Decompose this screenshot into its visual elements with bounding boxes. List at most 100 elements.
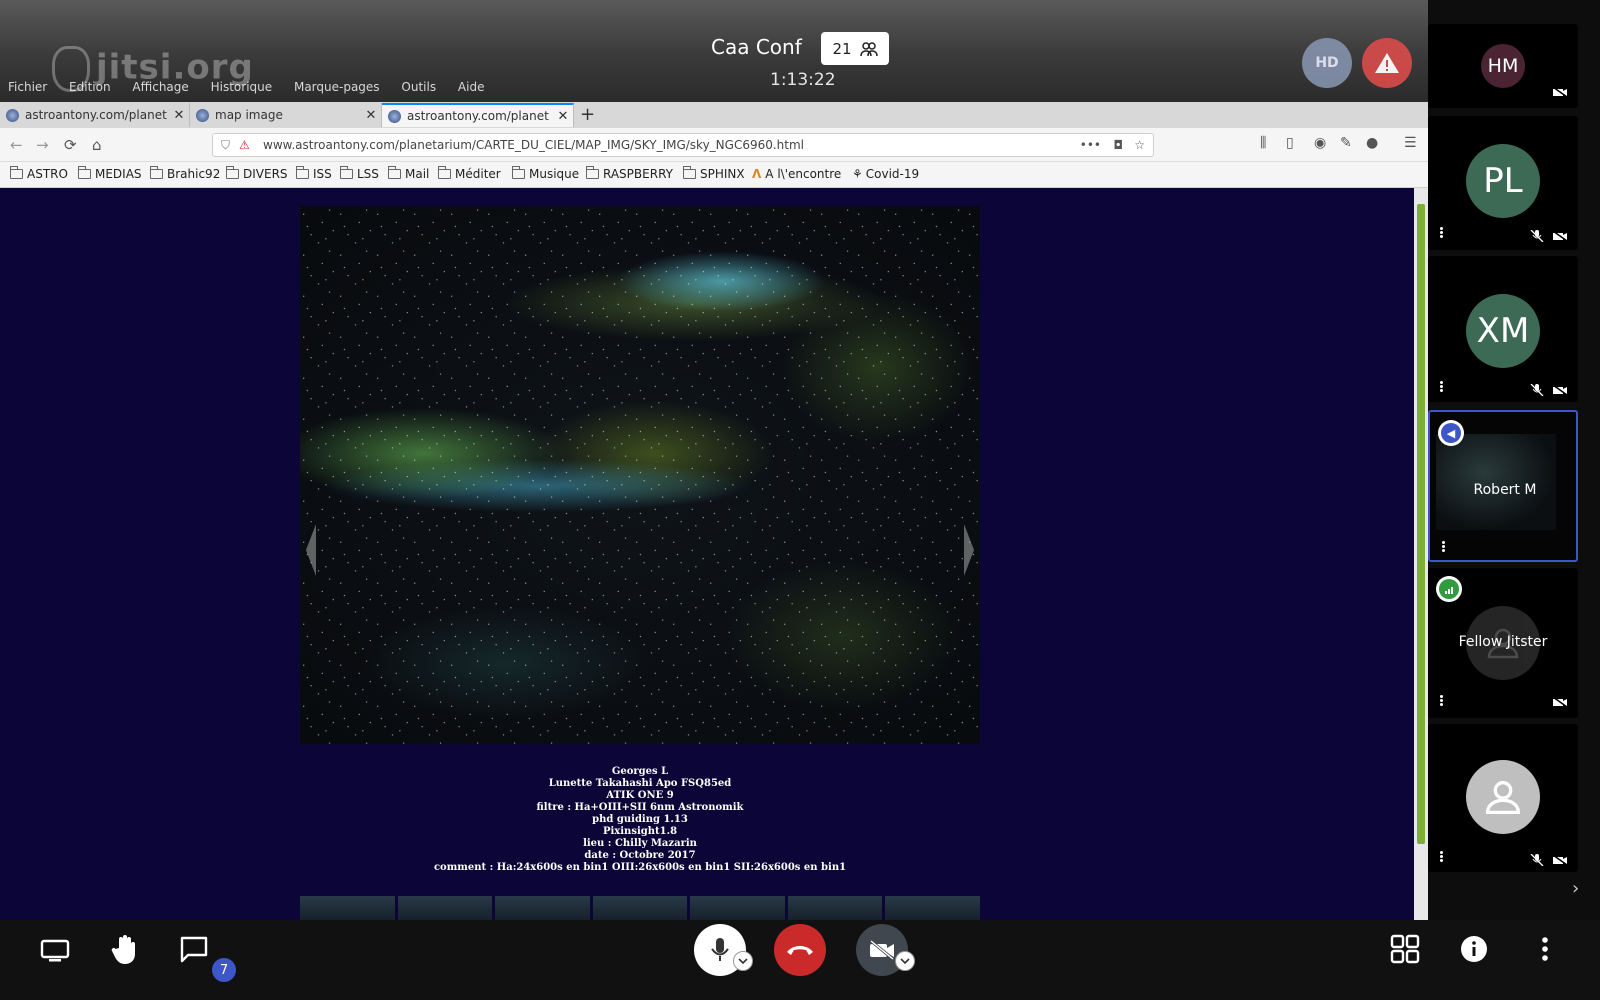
- info-button[interactable]: [1457, 932, 1491, 966]
- hamburger-menu-icon[interactable]: ☰: [1404, 135, 1417, 151]
- tile-view-icon: [1390, 934, 1420, 964]
- tile-menu-icon[interactable]: [1438, 850, 1444, 863]
- bookmark-label: Covid-19: [865, 167, 920, 181]
- warning-button[interactable]: [1362, 38, 1412, 88]
- tab-label: map image: [215, 108, 283, 122]
- url-bar[interactable]: ⛉ ⚠ www.astroantony.com/planetarium/CART…: [212, 133, 1154, 157]
- connection-signal-icon: [1439, 579, 1459, 599]
- previous-arrow-icon[interactable]: [306, 524, 316, 576]
- video-settings-chevron-icon[interactable]: [895, 951, 915, 971]
- participant-tile-robert-m[interactable]: ◀ Robert M: [1428, 410, 1578, 562]
- extension2-icon[interactable]: ●: [1366, 135, 1378, 151]
- home-icon[interactable]: ⌂: [92, 136, 102, 154]
- video-quality-button[interactable]: HD: [1302, 38, 1352, 88]
- dominant-speaker-badge: ◀: [1438, 420, 1464, 446]
- page-scrollbar[interactable]: [1414, 188, 1428, 920]
- jitsi-logo-icon: [52, 46, 90, 92]
- menu-fichier[interactable]: Fichier: [8, 80, 47, 94]
- close-icon[interactable]: ✕: [361, 108, 381, 123]
- globe-icon: [6, 108, 19, 122]
- participant-tile-xm[interactable]: XM: [1428, 256, 1578, 402]
- mic-muted-icon: [1530, 230, 1544, 242]
- sidebar-icon[interactable]: ▯: [1286, 135, 1294, 151]
- shield-icon[interactable]: ⛉: [221, 134, 230, 156]
- menu-outils[interactable]: Outils: [401, 80, 436, 94]
- url-text[interactable]: www.astroantony.com/planetarium/CARTE_DU…: [263, 138, 804, 152]
- tile-view-button[interactable]: [1388, 932, 1422, 966]
- bookmark-label: A l\'encontre: [765, 167, 842, 181]
- library-icon[interactable]: ⫼: [1260, 135, 1266, 151]
- extension-icon[interactable]: ✎: [1340, 135, 1352, 151]
- star-icon[interactable]: ☆: [1134, 134, 1145, 156]
- pocket-icon[interactable]: ◘: [1114, 134, 1124, 156]
- account-icon[interactable]: ◉: [1314, 135, 1326, 151]
- default-avatar-icon: [1466, 760, 1540, 834]
- bookmark-sphinx[interactable]: SPHINX: [683, 166, 745, 181]
- next-arrow-icon[interactable]: [964, 524, 974, 576]
- bookmark-divers[interactable]: DIVERS: [226, 166, 288, 181]
- caption-line: Lunette Takahashi Apo FSQ85ed: [548, 778, 732, 789]
- tab-map-image[interactable]: map image ✕: [190, 103, 382, 127]
- bookmark-alencontre[interactable]: ΛA l\'encontre: [752, 167, 841, 181]
- bookmark-iss[interactable]: ISS: [296, 166, 332, 181]
- bookmark-raspberry[interactable]: RASPBERRY: [586, 166, 673, 181]
- scrollbar-thumb[interactable]: [1417, 204, 1425, 844]
- new-tab-button[interactable]: +: [580, 104, 595, 125]
- thumbnail[interactable]: [300, 896, 395, 920]
- bookmark-mail[interactable]: Mail: [388, 166, 429, 181]
- info-icon: [1461, 936, 1487, 962]
- bookmark-medias[interactable]: MEDIAS: [78, 166, 142, 181]
- participant-tile-pl[interactable]: PL: [1428, 116, 1578, 250]
- bookmark-astro[interactable]: ASTRO: [10, 166, 68, 181]
- tile-menu-icon[interactable]: [1440, 540, 1446, 553]
- tile-menu-icon[interactable]: [1438, 380, 1444, 393]
- audio-settings-chevron-icon[interactable]: [733, 951, 753, 971]
- more-icon[interactable]: •••: [1080, 134, 1101, 156]
- participant-tile-hm[interactable]: HM: [1428, 24, 1578, 108]
- menu-aide[interactable]: Aide: [458, 80, 485, 94]
- screen-share-button[interactable]: [38, 934, 72, 968]
- bookmark-musique[interactable]: Musique: [512, 166, 579, 181]
- thumbnail[interactable]: [690, 896, 785, 920]
- back-icon[interactable]: ←: [10, 136, 23, 154]
- hangup-button[interactable]: [774, 924, 826, 976]
- thumbnail[interactable]: [885, 896, 981, 920]
- camera-off-icon: [1552, 854, 1568, 866]
- participant-tile-anonymous[interactable]: [1428, 724, 1578, 872]
- filmstrip-expand-chevron-icon[interactable]: ›: [1572, 878, 1579, 899]
- thumbnail[interactable]: [495, 896, 590, 920]
- tab-bar: astroantony.com/planet ✕ map image ✕ ast…: [0, 102, 1428, 128]
- bookmark-mediter[interactable]: Méditer: [438, 166, 501, 181]
- tab-astroantony-active[interactable]: astroantony.com/planet ✕: [382, 103, 574, 127]
- raise-hand-button[interactable]: [108, 932, 142, 968]
- participant-count-button[interactable]: 21: [821, 32, 889, 65]
- watermark-text: jitsi.org: [96, 47, 254, 88]
- warning-icon: [1375, 53, 1399, 73]
- chat-button[interactable]: [177, 932, 211, 966]
- close-icon[interactable]: ✕: [169, 108, 189, 123]
- tile-menu-icon[interactable]: [1438, 226, 1444, 239]
- forward-icon[interactable]: →: [36, 136, 49, 154]
- caption-line: lieu : Chilly Mazarin: [583, 838, 697, 849]
- bookmark-label: DIVERS: [243, 167, 288, 181]
- tab-astroantony-1[interactable]: astroantony.com/planet ✕: [0, 103, 190, 127]
- thumbnail[interactable]: [397, 896, 493, 920]
- bookmark-brahic92[interactable]: Brahic92: [150, 166, 220, 181]
- thumbnail[interactable]: [592, 896, 688, 920]
- menu-marque-pages[interactable]: Marque-pages: [294, 80, 380, 94]
- camera-off-icon: [870, 939, 894, 961]
- thumbnail[interactable]: [787, 896, 883, 920]
- tile-menu-icon[interactable]: [1438, 694, 1444, 707]
- participant-name: Robert M: [1473, 482, 1537, 498]
- reload-icon[interactable]: ⟳: [64, 136, 77, 154]
- close-icon[interactable]: ✕: [553, 109, 573, 124]
- participant-tile-fellow-jitster[interactable]: Fellow Jitster: [1428, 568, 1578, 718]
- more-options-button[interactable]: [1528, 932, 1562, 966]
- a-logo-icon: Λ: [752, 167, 762, 181]
- caption-line: phd guiding 1.13: [592, 814, 688, 825]
- filmstrip: HM PL XM ◀ Robert M Fellow Jitster: [1428, 0, 1600, 1000]
- bookmark-covid19[interactable]: ⚘ Covid-19: [852, 167, 919, 181]
- tab-label: astroantony.com/planet: [25, 108, 167, 122]
- insecure-icon[interactable]: ⚠: [239, 134, 250, 156]
- bookmark-lss[interactable]: LSS: [340, 166, 379, 181]
